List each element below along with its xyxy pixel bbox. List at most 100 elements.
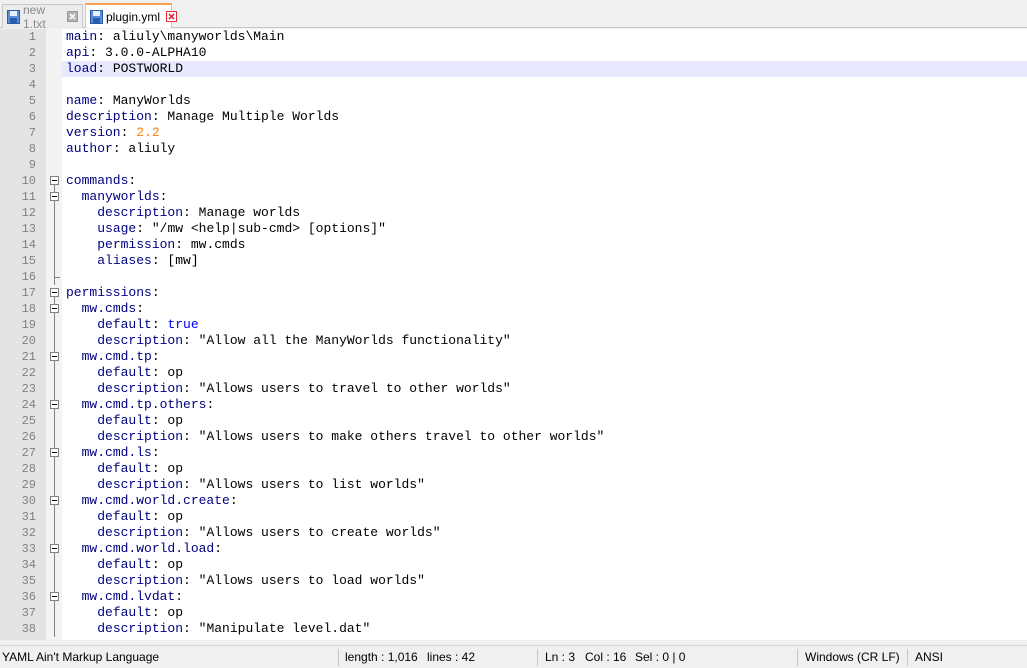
current-line-highlight [62,61,1027,77]
code-line[interactable]: permission: mw.cmds [66,237,245,253]
yaml-key: description [97,381,184,396]
yaml-text: : op [151,557,184,572]
code-line[interactable]: description: "Allows users to travel to … [66,381,511,397]
fold-minus-icon[interactable] [50,400,59,409]
yaml-key: description [97,573,184,588]
status-encoding: ANSI [915,650,944,664]
yaml-key: mw.cmd.world.load [81,541,215,556]
fold-minus-icon[interactable] [50,448,59,457]
code-line[interactable]: mw.cmd.world.create: [66,493,238,509]
code-line[interactable]: load: POSTWORLD [66,61,183,77]
yaml-text: : [175,589,184,604]
yaml-key: default [97,557,152,572]
code-line[interactable]: description: "Allows users to make other… [66,429,604,445]
code-line[interactable]: mw.cmd.tp: [66,349,160,365]
yaml-key: default [97,509,152,524]
code-line[interactable]: description: Manage worlds [66,205,300,221]
fold-minus-icon[interactable] [50,592,59,601]
yaml-key: name [66,93,98,108]
code-line[interactable]: default: op [66,557,183,573]
code-line[interactable]: description: "Allow all the ManyWorlds f… [66,333,510,349]
fold-minus-icon[interactable] [50,192,59,201]
status-length: length : 1,016 [345,650,418,664]
line-number: 22 [21,366,36,380]
floppy-disk-icon [90,9,103,24]
code-editor[interactable]: 1 main: aliuly\manyworlds\Main 2 api: 3.0.0… [0,29,1027,640]
yaml-text [66,221,97,236]
fold-minus-icon[interactable] [50,352,59,361]
code-line[interactable]: usage: "/mw <help|sub-cmd> [options]" [66,221,386,237]
status-lines: lines : 42 [427,650,476,664]
code-line[interactable]: description: "Allows users to load world… [66,573,425,589]
yaml-key: default [97,605,152,620]
yaml-key: permissions [66,285,152,300]
yaml-text [66,477,97,492]
line-number: 14 [21,238,36,252]
code-line[interactable]: description: "Allows users to create wor… [66,525,441,541]
yaml-keyword: true [167,317,199,332]
code-line[interactable]: api: 3.0.0-ALPHA10 [66,45,206,61]
fold-minus-icon[interactable] [50,544,59,553]
yaml-text: : "Allows users to travel to other world… [183,381,511,396]
line-number: 13 [21,222,36,236]
yaml-text [66,301,82,316]
status-bar: YAML Ain't Markup Language length : 1,01… [0,645,1027,668]
code-line[interactable]: mw.cmd.world.load: [66,541,222,557]
code-line[interactable]: default: op [66,509,183,525]
code-line[interactable]: default: op [66,461,183,477]
code-line[interactable]: commands: [66,173,136,189]
code-line[interactable]: description: "Manipulate level.dat" [66,621,370,637]
code-line[interactable]: aliases: [mw] [66,253,198,269]
code-line[interactable]: name: ManyWorlds [66,93,191,109]
code-line[interactable]: mw.cmds: [66,301,144,317]
yaml-key: permission [97,237,176,252]
code-line[interactable]: default: op [66,413,183,429]
fold-minus-icon[interactable] [50,304,59,313]
tab-label: new 1.txt [23,2,46,31]
yaml-text [66,573,97,588]
yaml-key: mw.cmd.tp [81,349,152,364]
yaml-text: : op [151,509,184,524]
code-line[interactable]: mw.cmd.ls: [66,445,160,461]
fold-minus-icon[interactable] [50,496,59,505]
line-number: 9 [28,158,36,172]
line-number: 19 [21,318,36,332]
code-line[interactable]: permissions: [66,285,160,301]
yaml-text: : [151,445,160,460]
code-line[interactable]: default: true [66,317,199,333]
code-line[interactable]: main: aliuly\manyworlds\Main [66,29,284,45]
yaml-key: default [97,317,152,332]
yaml-text: : Manage Multiple Worlds [151,109,340,124]
line-number: 23 [21,382,36,396]
line-number: 30 [21,494,36,508]
fold-minus-icon[interactable] [50,176,59,185]
fold-minus-icon[interactable] [50,288,59,297]
tab-plugin-yml[interactable]: plugin.yml [85,3,178,28]
code-line[interactable]: author: aliuly [66,141,175,157]
line-number: 20 [21,334,36,348]
yaml-number: 2.2 [136,125,160,140]
yaml-text: : [151,349,160,364]
yaml-key: description [97,621,184,636]
code-line[interactable]: mw.cmd.tp.others: [66,397,215,413]
status-sel: Sel : 0 | 0 [635,650,686,664]
yaml-text: : Manage worlds [183,205,301,220]
code-line[interactable]: default: op [66,605,183,621]
status-col: Col : 16 [585,650,627,664]
tab-new-1[interactable]: new 1.txt [2,2,83,31]
code-line[interactable]: manyworlds: [66,189,168,205]
tab-close-icon[interactable] [166,11,178,22]
line-number: 24 [21,398,36,412]
tab-close-icon[interactable] [67,11,78,22]
yaml-key: default [97,365,152,380]
code-line[interactable]: description: "Allows users to list world… [66,477,425,493]
yaml-text [66,525,97,540]
code-line[interactable]: mw.cmd.lvdat: [66,589,183,605]
code-line[interactable]: description: Manage Multiple Worlds [66,109,339,125]
yaml-text: : "Allows users to create worlds" [183,525,441,540]
code-line[interactable]: default: op [66,365,183,381]
code-line[interactable]: version: 2.2 [66,125,160,141]
line-number: 38 [21,622,36,636]
yaml-text: : aliuly\manyworlds\Main [97,29,285,44]
yaml-key: mw.cmd.world.create [81,493,230,508]
